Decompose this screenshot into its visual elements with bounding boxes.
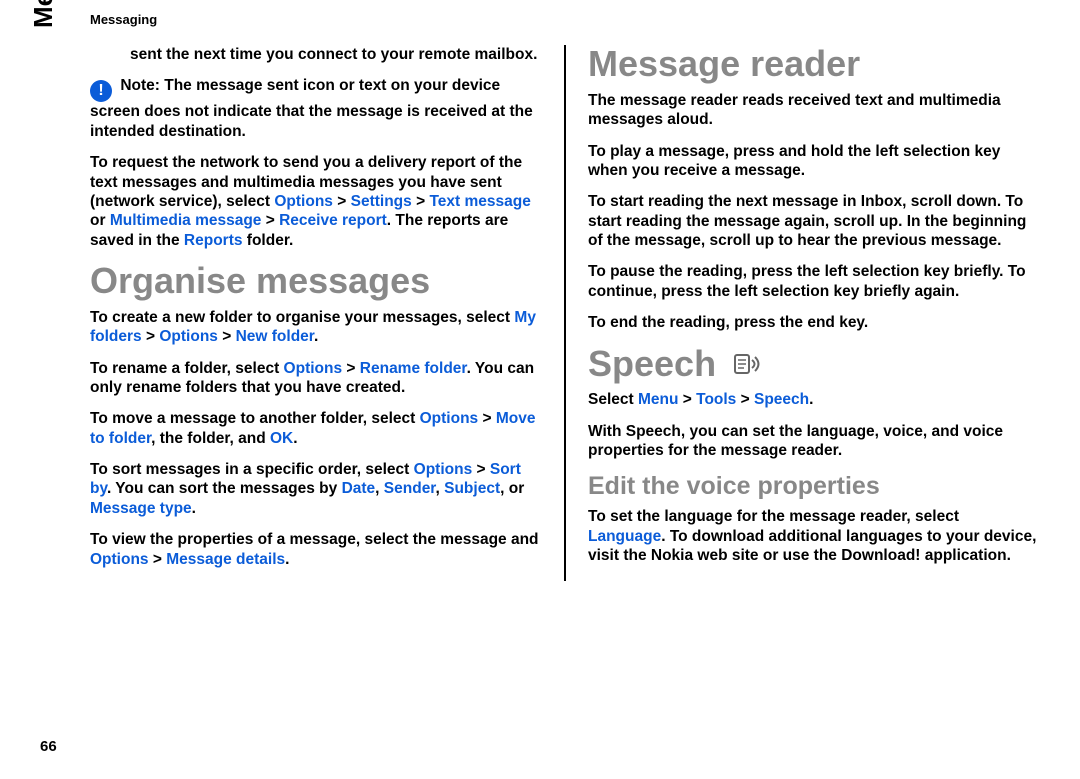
para-reader-scroll: To start reading the next message in Inb… [588,192,1040,250]
kw-new-folder: New folder [236,328,314,345]
para-sort-messages: To sort messages in a specific order, se… [90,460,542,518]
kw-options: Options [274,193,333,210]
para-move-folder: To move a message to another folder, sel… [90,409,542,448]
para-view-properties: To view the properties of a message, sel… [90,530,542,569]
text: > [142,328,160,345]
para-speech-select: Select Menu > Tools > Speech. [588,390,1040,409]
text: . [314,328,318,345]
text: . [293,430,297,447]
para-reader-intro: The message reader reads received text a… [588,91,1040,130]
text: . [192,500,196,517]
para-rename-folder: To rename a folder, select Options > Ren… [90,359,542,398]
heading-edit-voice-properties: Edit the voice properties [588,472,1040,501]
heading-speech: Speech [588,345,1040,383]
kw-options: Options [90,551,149,568]
text: . [809,391,813,408]
text: > [149,551,167,568]
text: . You can sort the messages by [107,480,342,497]
text: > [472,461,490,478]
kw-menu: Menu [638,391,678,408]
kw-ok: OK [270,430,293,447]
text: Select [588,391,638,408]
text: > [342,360,360,377]
text: folder. [242,232,293,249]
text: > [678,391,696,408]
right-column: Message reader The message reader reads … [564,45,1050,581]
kw-receive-report: Receive report [279,212,387,229]
running-header: Messaging [90,12,1050,27]
text: To move a message to another folder, sel… [90,410,420,427]
note-icon: ! [90,80,112,102]
heading-message-reader: Message reader [588,45,1040,83]
text: > [333,193,351,210]
para-reader-play: To play a message, press and hold the le… [588,142,1040,181]
page-number: 66 [40,738,57,755]
heading-speech-label: Speech [588,343,716,384]
text: . [285,551,289,568]
side-tab: Messaging [28,0,59,28]
kw-language: Language [588,528,661,545]
text: sent the next time you connect to your r… [130,46,537,63]
para-note: ! Note: The message sent icon or text on… [90,76,542,141]
para-reader-end: To end the reading, press the end key. [588,313,1040,332]
text: or [90,212,110,229]
kw-tools: Tools [696,391,736,408]
kw-rename-folder: Rename folder [360,360,467,377]
kw-options: Options [414,461,473,478]
side-tab-label: Messaging [28,0,58,28]
kw-message-type: Message type [90,500,192,517]
kw-multimedia-message: Multimedia message [110,212,262,229]
manual-page: Messaging Messaging 66 sent the next tim… [0,0,1080,779]
text: To set the language for the message read… [588,508,959,525]
heading-organise-messages: Organise messages [90,262,542,300]
text: To sort messages in a specific order, se… [90,461,414,478]
content-columns: sent the next time you connect to your r… [70,45,1050,581]
text: > [218,328,236,345]
kw-text-message: Text message [429,193,530,210]
para-language: To set the language for the message read… [588,507,1040,565]
text: To create a new folder to organise your … [90,309,514,326]
text: , or [500,480,524,497]
kw-settings: Settings [351,193,412,210]
text: > [261,212,279,229]
speech-icon [732,347,762,375]
kw-sender: Sender [384,480,436,497]
para-reader-pause: To pause the reading, press the left sel… [588,262,1040,301]
para-speech-desc: With Speech, you can set the language, v… [588,422,1040,461]
kw-reports: Reports [184,232,243,249]
text: > [478,410,496,427]
text: > [412,193,430,210]
kw-speech: Speech [754,391,809,408]
text: To view the properties of a message, sel… [90,531,539,548]
kw-options: Options [420,410,479,427]
kw-options: Options [284,360,343,377]
text: To rename a folder, select [90,360,284,377]
left-column: sent the next time you connect to your r… [70,45,564,581]
note-label: Note: [120,77,160,94]
kw-subject: Subject [444,480,500,497]
kw-message-details: Message details [166,551,285,568]
kw-date: Date [342,480,376,497]
para-create-folder: To create a new folder to organise your … [90,308,542,347]
para-sent-next-time: sent the next time you connect to your r… [130,45,542,64]
text: , the folder, and [151,430,270,447]
para-delivery-report: To request the network to send you a del… [90,153,542,250]
kw-options: Options [159,328,218,345]
text: > [736,391,754,408]
